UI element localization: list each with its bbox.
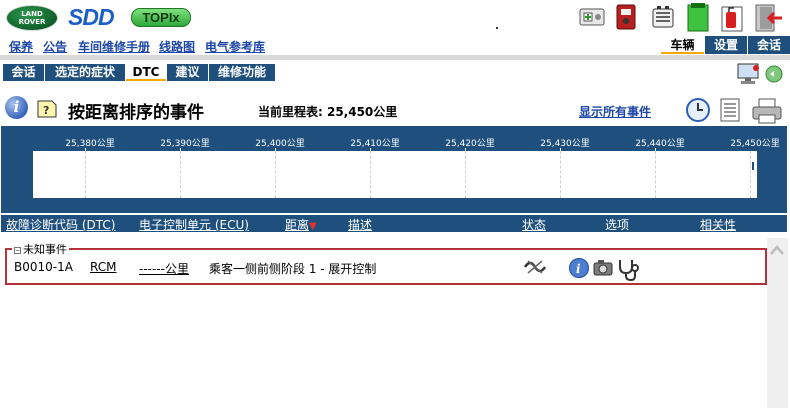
document-green-icon[interactable] [684, 3, 712, 33]
camera-icon[interactable] [592, 257, 614, 279]
gridline [85, 151, 86, 198]
mileage-timeline: 25,380公里 25,390公里 25,400公里 25,410公里 25,4… [1, 126, 787, 213]
stethoscope-icon[interactable] [615, 257, 641, 283]
tick-label: 25,400公里 [255, 139, 305, 149]
odometer-reading: 当前里程表: 25,450公里 [258, 105, 398, 119]
svg-text:?: ? [43, 104, 49, 117]
intermittent-status-icon [523, 260, 547, 274]
event-ecu-link[interactable]: RCM [90, 260, 116, 274]
help-note-icon[interactable]: ? [35, 97, 59, 119]
scroll-up-arrow-icon[interactable] [769, 243, 785, 257]
gridline [180, 151, 181, 198]
gridline [560, 151, 561, 198]
col-dtc[interactable]: 故障诊断代码 (DTC) [6, 216, 115, 233]
vertical-scrollbar[interactable] [767, 238, 788, 408]
collapse-toggle-icon[interactable]: − [14, 247, 21, 254]
refresh-icon[interactable] [765, 65, 783, 83]
col-description[interactable]: 描述 [348, 216, 372, 233]
col-distance[interactable]: 距离▼ [285, 216, 317, 233]
subtab-recommendations[interactable]: 建议 [167, 64, 208, 81]
sort-arrow-icon: ▼ [309, 221, 317, 232]
vehicle-kit-icon[interactable] [578, 3, 606, 29]
topix-button[interactable]: TOPIx [131, 8, 191, 27]
event-info-icon[interactable]: i [568, 257, 590, 279]
event-dtc-code: B0010-1A [14, 260, 73, 274]
gridline [275, 151, 276, 198]
info-icon[interactable]: i [5, 96, 28, 119]
current-position-marker [752, 162, 754, 170]
separator [0, 55, 790, 60]
timeline-plot-area[interactable] [33, 151, 757, 198]
nav-link-maintenance[interactable]: 保养 [9, 38, 33, 55]
computer-icon[interactable] [737, 63, 759, 84]
tick-label: 25,450公里 [730, 139, 780, 149]
gridline [370, 151, 371, 198]
tab-settings[interactable]: 设置 [705, 36, 747, 54]
tick-label: 25,410公里 [350, 139, 400, 149]
battery-icon[interactable] [650, 3, 676, 31]
column-header: 故障诊断代码 (DTC) 电子控制单元 (ECU) 距离▼ 描述 状态 选项 相… [1, 215, 787, 232]
vci-device-icon[interactable] [612, 3, 640, 31]
gridline [655, 151, 656, 198]
session-tools [736, 60, 784, 89]
tab-vehicle[interactable]: 车辆 [661, 36, 704, 54]
printer-icon[interactable] [750, 97, 784, 125]
sdd-logo: SDD [68, 4, 115, 30]
group-label[interactable]: − 未知事件 [12, 241, 69, 257]
nav-link-electrical-library[interactable]: 电气参考库 [205, 38, 265, 55]
col-relevance[interactable]: 相关性 [700, 216, 736, 233]
page-title: 按距离排序的事件 [68, 103, 204, 123]
gridline [465, 151, 466, 198]
svg-text:i: i [576, 262, 581, 276]
show-all-events-link[interactable]: 显示所有事件 [579, 103, 651, 120]
nav-link-workshop-manual[interactable]: 车间维修手册 [78, 38, 150, 55]
list-view-icon[interactable] [719, 97, 741, 123]
exit-icon[interactable] [752, 3, 784, 33]
event-description: 乘客一侧前侧阶段 1 - 展开控制 [209, 262, 377, 276]
title-bar: i ? 按距离排序的事件 当前里程表: 25,450公里 显示所有事件 [0, 92, 790, 126]
nav-link-wiring-diagram[interactable]: 线路图 [159, 38, 195, 55]
tick-label: 25,420公里 [445, 139, 495, 149]
group-label-text: 未知事件 [23, 243, 67, 256]
event-distance[interactable]: ------公里 [139, 260, 189, 277]
col-distance-label: 距离 [285, 218, 310, 232]
tick-label: 25,440公里 [635, 139, 685, 149]
fire-extinguisher-icon[interactable] [718, 3, 746, 33]
subtab-dtc[interactable]: DTC [126, 64, 166, 81]
gridline [750, 151, 751, 198]
col-options: 选项 [605, 218, 630, 232]
tick-label: 25,430公里 [540, 139, 590, 149]
top-nav: 保养 公告 车间维修手册 线路图 电气参考库 车辆 设置 会话 [0, 36, 790, 54]
clock-icon[interactable] [685, 97, 711, 123]
land-rover-logo: LAND ROVER [6, 5, 58, 31]
brand-bar: LAND ROVER SDD TOPIx [0, 0, 790, 36]
subtab-repair-functions[interactable]: 维修功能 [209, 64, 275, 81]
decorative-dot [496, 27, 498, 29]
workstation-tools [737, 63, 783, 84]
nav-link-bulletins[interactable]: 公告 [43, 38, 67, 55]
tab-session[interactable]: 会话 [748, 36, 790, 54]
subtab-session[interactable]: 会话 [3, 64, 44, 81]
col-status[interactable]: 状态 [522, 216, 546, 233]
event-group-unknown: − 未知事件 B0010-1A RCM ------公里 乘客一侧前侧阶段 1 -… [5, 241, 767, 285]
tick-label: 25,380公里 [65, 139, 115, 149]
subtab-selected-symptoms[interactable]: 选定的症状 [45, 64, 125, 81]
tick-label: 25,390公里 [160, 139, 210, 149]
col-ecu[interactable]: 电子控制单元 (ECU) [139, 216, 249, 233]
